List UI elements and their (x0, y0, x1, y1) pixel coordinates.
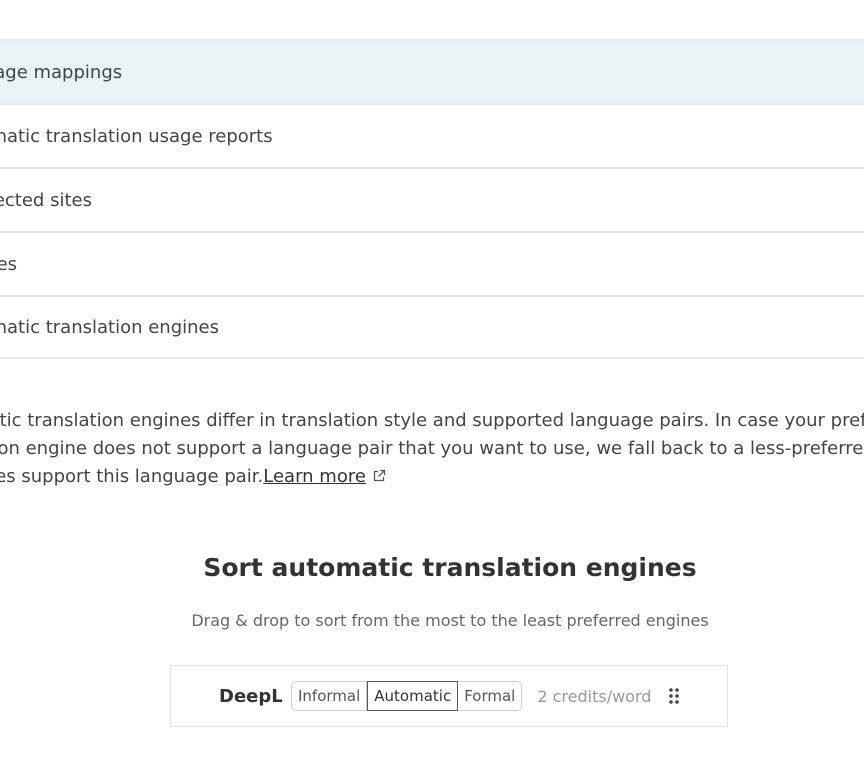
description-line-last: t does support this language pair.Learn … (0, 463, 864, 491)
nav-item-label: utomatic translation engines (0, 316, 219, 338)
formality-option-formal[interactable]: Formal (458, 682, 521, 710)
description-line: omatic translation engines differ in tra… (0, 410, 864, 431)
nav-item-label: utomatic translation usage reports (0, 125, 273, 147)
description-line: slation engine does not support a langua… (0, 438, 864, 459)
nav-item-connected-sites[interactable]: onnected sites (0, 167, 864, 231)
engine-name: DeepL (219, 685, 283, 707)
nav-item-translation-engines[interactable]: utomatic translation engines (0, 295, 864, 359)
settings-nav-list: nguage mappings utomatic translation usa… (0, 39, 864, 359)
nav-item-usage-reports[interactable]: utomatic translation usage reports (0, 103, 864, 167)
nav-item-label: onnected sites (0, 189, 92, 211)
nav-item-label: voices (0, 253, 18, 275)
engine-credits: 2 credits/word (537, 686, 652, 706)
formality-option-informal[interactable]: Informal (292, 682, 368, 710)
nav-item-label: nguage mappings (0, 61, 123, 83)
engine-card-deepl[interactable]: DeepL Informal Automatic Formal 2 credit… (170, 665, 728, 727)
external-link-icon[interactable] (372, 469, 386, 483)
sort-engines-title: Sort automatic translation engines (203, 553, 697, 582)
drag-handle-icon[interactable] (668, 687, 680, 705)
page: nguage mappings utomatic translation usa… (0, 0, 864, 777)
engines-description: omatic translation engines differ in tra… (0, 407, 864, 491)
sort-engines-subtitle: Drag & drop to sort from the most to the… (191, 611, 709, 630)
description-text: t does support this language pair. (0, 466, 264, 487)
nav-item-invoices[interactable]: voices (0, 231, 864, 295)
formality-option-automatic[interactable]: Automatic (367, 681, 459, 711)
learn-more-link[interactable]: Learn more (263, 466, 366, 487)
formality-segmented-control: Informal Automatic Formal (291, 681, 523, 711)
nav-item-language-mappings[interactable]: nguage mappings (0, 39, 864, 103)
